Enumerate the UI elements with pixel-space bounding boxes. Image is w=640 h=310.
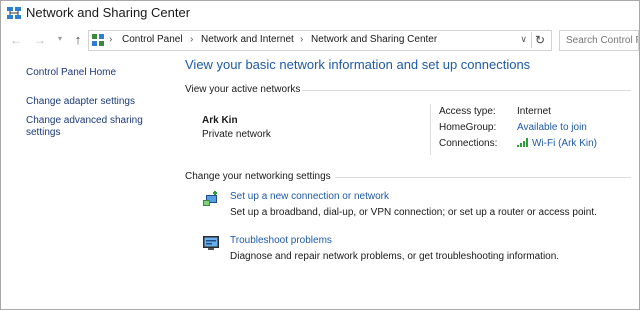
wifi-signal-icon [517,138,528,147]
active-networks-label: View your active networks [185,84,301,95]
breadcrumb-control-panel[interactable]: Control Panel [122,34,183,45]
window-frame: Network and Sharing Center ← → ▾ ↑ › Con… [0,0,640,310]
back-arrow-icon[interactable]: ← [9,33,23,47]
section-divider [335,177,631,178]
address-history-chevron-icon[interactable]: ∨ [520,34,527,45]
section-divider [302,90,631,91]
sidebar-item-label: settings [26,127,61,138]
title-bar: Network and Sharing Center [1,1,639,27]
network-name: Ark Kin [202,115,238,126]
search-field[interactable] [559,30,639,51]
forward-arrow-icon[interactable]: → [33,33,47,47]
window-title: Network and Sharing Center [26,5,191,20]
troubleshoot-icon [203,236,219,250]
sidebar-item-label: Change advanced sharing [26,115,143,126]
address-bar: ← → ▾ ↑ › Control Panel › Network and In… [1,28,639,52]
sidebar-item-control-panel-home[interactable]: Control Panel Home [26,67,116,79]
access-type-value: Internet [517,106,551,117]
new-connection-icon [203,191,217,206]
breadcrumb-network-internet[interactable]: Network and Internet [201,34,294,45]
connections-value[interactable]: Wi-Fi (Ark Kin) [517,138,597,149]
breadcrumb-separator-icon[interactable]: › [109,34,112,45]
search-input[interactable] [560,31,638,50]
address-field[interactable]: › Control Panel › Network and Internet ›… [88,30,552,51]
connections-label: Connections: [439,138,498,149]
connection-link[interactable]: Wi-Fi (Ark Kin) [532,138,597,149]
column-divider [430,104,431,155]
recent-locations-chevron-icon[interactable]: ▾ [53,32,67,46]
sidebar-item-adapter-settings[interactable]: Change adapter settings [26,96,135,108]
network-center-icon [7,7,21,19]
setup-connection-link[interactable]: Set up a new connection or network [230,191,389,202]
page-title: View your basic network information and … [185,57,531,72]
setup-connection-description: Set up a broadband, dial-up, or VPN conn… [230,207,597,218]
networking-settings-label: Change your networking settings [185,171,331,182]
breadcrumb-separator-icon[interactable]: › [300,34,303,45]
refresh-icon[interactable]: ↻ [531,32,548,48]
troubleshoot-link[interactable]: Troubleshoot problems [230,235,332,246]
up-arrow-icon[interactable]: ↑ [71,33,85,47]
troubleshoot-description: Diagnose and repair network problems, or… [230,251,560,262]
main-content: View your basic network information and … [177,53,639,309]
sidebar-item-advanced-sharing[interactable]: Change advanced sharing settings [26,115,143,139]
breadcrumb-network-sharing[interactable]: Network and Sharing Center [311,34,437,45]
homegroup-label: HomeGroup: [439,122,497,133]
homegroup-link[interactable]: Available to join [517,122,587,133]
control-panel-icon [92,34,104,46]
breadcrumb-separator-icon[interactable]: › [190,34,193,45]
network-type: Private network [202,129,271,140]
access-type-label: Access type: [439,106,496,117]
sidebar: Control Panel Home Change adapter settin… [1,53,177,309]
